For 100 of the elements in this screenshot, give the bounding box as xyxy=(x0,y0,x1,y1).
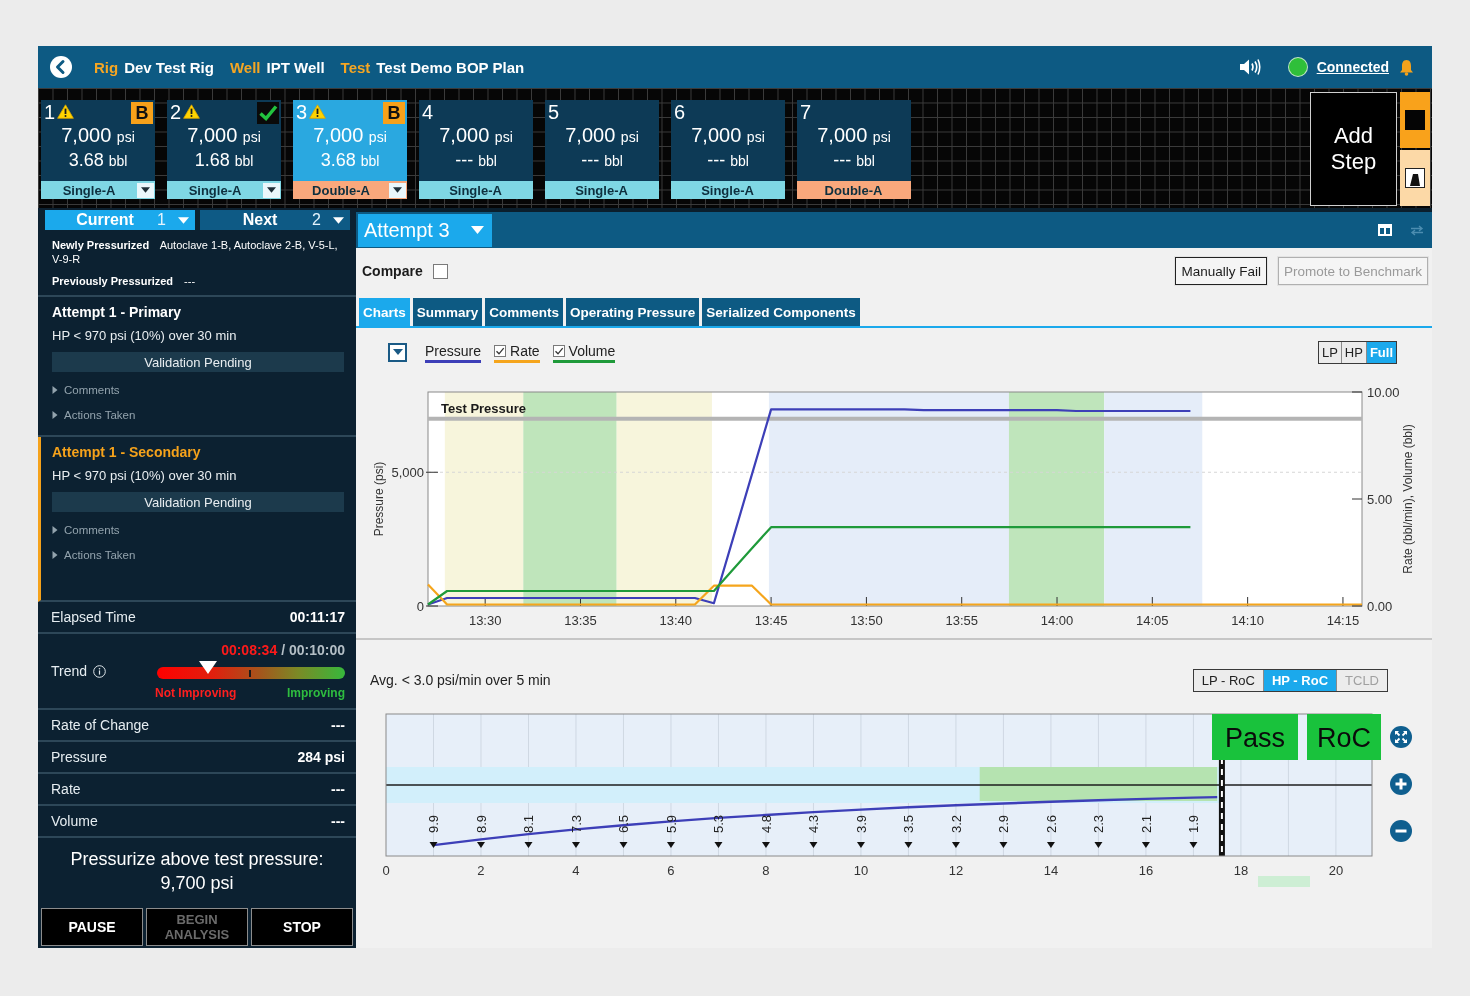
point-label: 2.3 xyxy=(1091,814,1107,834)
reading-value: --- xyxy=(331,717,345,733)
attempt-criteria: HP < 970 psi (10%) over 30 min xyxy=(52,467,238,485)
point-label: 8.1 xyxy=(521,814,537,834)
step-selector[interactable]: Next 2 xyxy=(200,210,350,230)
step-card[interactable]: 5 7,000 psi --- bbl Single-A xyxy=(545,100,659,199)
reading-label: Pressure xyxy=(51,749,108,765)
range-toggle[interactable]: HP xyxy=(1340,341,1366,363)
point-label: 3.2 xyxy=(948,814,964,834)
section-toggle[interactable]: Comments xyxy=(52,383,344,397)
step-pressure: 7,000 psi xyxy=(438,124,514,148)
axis-tick-label: 6 xyxy=(667,863,675,878)
legend-item[interactable]: Volume xyxy=(552,341,616,363)
action-button[interactable]: STOP xyxy=(251,908,353,946)
axis-title: Rate (bbl/min), Volume (bbl) xyxy=(1401,424,1415,574)
caret-icon xyxy=(333,216,344,224)
reading-value: --- xyxy=(331,813,345,829)
checkmark-icon xyxy=(553,345,564,356)
point-label: 2.6 xyxy=(1043,814,1059,834)
back-icon[interactable] xyxy=(50,56,72,78)
trend-thumb[interactable] xyxy=(198,661,217,674)
step-card[interactable]: 2 7,000 psi 1.68 bbl Single-A xyxy=(167,100,281,199)
tab[interactable]: Serialized Components xyxy=(702,298,860,326)
axis-tick-label: 14:05 xyxy=(1136,613,1169,628)
columns-icon[interactable] xyxy=(1378,224,1392,236)
instruction-text: Pressurize above test pressure: 9,700 psi xyxy=(69,848,325,895)
step-pressure: 7,000 psi xyxy=(690,124,766,148)
axis-tick-label: 14:00 xyxy=(1040,613,1074,628)
dropdown-caret-icon[interactable] xyxy=(389,182,406,198)
point-label: 8.9 xyxy=(474,814,489,834)
step-number: 3 xyxy=(296,100,308,124)
step-number: 1 xyxy=(44,100,56,124)
point-label: 5.9 xyxy=(663,814,679,834)
step-volume: --- bbl xyxy=(454,149,498,172)
step-pressure: 7,000 psi xyxy=(186,124,262,148)
target-tick-icon xyxy=(249,670,252,677)
action-button[interactable]: PAUSE xyxy=(41,908,143,946)
step-pressure: 7,000 psi xyxy=(564,124,640,148)
step-type-label: Single-A xyxy=(61,182,117,198)
dropdown-icon[interactable] xyxy=(388,342,407,362)
axis-tick-label: 14:15 xyxy=(1326,613,1360,628)
breadcrumb-value: Dev Test Rig xyxy=(124,58,214,76)
section-toggle[interactable]: Actions Taken xyxy=(52,548,344,562)
reading-label: Rate xyxy=(51,781,81,797)
axis-tick-label: 13:30 xyxy=(468,613,502,628)
attempt-title: Attempt 1 - Primary xyxy=(52,303,183,321)
connection-link[interactable]: Connected xyxy=(1316,59,1389,75)
elapsed-label: Elapsed Time xyxy=(51,609,136,625)
toolbar-button[interactable]: Manually Fail xyxy=(1175,257,1267,285)
section-toggle[interactable]: Comments xyxy=(52,523,344,537)
tab[interactable]: Comments xyxy=(485,298,564,326)
pressurization-info: Newly Pressurized Autoclave 1-B, Autoclave 2-B, V-5-L, V-9-R xyxy=(52,238,339,266)
step-pressure: 7,000 psi xyxy=(312,124,388,148)
axis-title: Pressure (psi) xyxy=(372,461,386,537)
step-card[interactable]: 1 B 7,000 psi 3.68 bbl Single-A xyxy=(41,100,155,199)
status-badge: RoC xyxy=(1307,714,1381,760)
attempt-criteria: HP < 970 psi (10%) over 30 min xyxy=(52,327,238,345)
legend-item[interactable]: Rate xyxy=(494,341,540,363)
bell-icon[interactable] xyxy=(1399,58,1414,76)
pressurization-info: Previously Pressurized --- xyxy=(52,274,197,288)
point-label: 9.9 xyxy=(426,814,442,834)
point-label: 2.1 xyxy=(1138,814,1154,834)
validation-status: Validation Pending xyxy=(52,492,344,512)
legend-checkbox[interactable] xyxy=(494,344,507,357)
axis-tick-label: 18 xyxy=(1233,863,1249,878)
step-number: 5 xyxy=(548,100,560,124)
expand-icon[interactable] xyxy=(1390,726,1412,748)
axis-tick-label: 0 xyxy=(416,599,424,614)
legend-checkbox[interactable] xyxy=(552,344,565,357)
section-toggle[interactable]: Actions Taken xyxy=(52,408,344,422)
step-card[interactable]: 7 7,000 psi --- bbl Double-A xyxy=(797,100,911,199)
step-card[interactable]: 3 B 7,000 psi 3.68 bbl Double-A xyxy=(293,100,407,199)
compare-checkbox[interactable] xyxy=(432,263,448,279)
chart-view-icon[interactable] xyxy=(1400,150,1430,206)
axis-tick-label: 8 xyxy=(762,863,770,878)
step-volume: 3.68 bbl xyxy=(67,149,129,172)
tab[interactable]: Summary xyxy=(412,298,483,326)
stop-square-icon[interactable] xyxy=(1400,92,1430,148)
axis-tick-label: 14 xyxy=(1043,863,1059,878)
breadcrumb-value: Test Demo BOP Plan xyxy=(376,58,525,76)
add-step-button[interactable]: Add Step xyxy=(1310,92,1397,206)
compare-label: Compare xyxy=(362,263,423,279)
point-label: 6.5 xyxy=(616,814,632,834)
step-card[interactable]: 4 7,000 psi --- bbl Single-A xyxy=(419,100,533,199)
zoom-out-icon[interactable] xyxy=(1390,820,1412,842)
trend-label: Trend xyxy=(51,663,88,679)
info-icon[interactable] xyxy=(93,664,107,678)
step-number: 4 xyxy=(422,100,434,124)
step-card[interactable]: 6 7,000 psi --- bbl Single-A xyxy=(671,100,785,199)
dropdown-caret-icon[interactable] xyxy=(263,182,280,198)
step-volume: --- bbl xyxy=(580,149,624,172)
tab[interactable]: Operating Pressure xyxy=(566,298,700,326)
dropdown-caret-icon[interactable] xyxy=(137,182,154,198)
reading-value: 284 psi xyxy=(297,749,345,765)
checkmark-icon xyxy=(495,345,506,356)
step-number: 2 xyxy=(170,100,182,124)
zoom-in-icon[interactable] xyxy=(1390,773,1412,795)
trend-time: 00:08:34 xyxy=(221,642,278,658)
status-badge: Pass xyxy=(1212,714,1298,760)
speaker-icon[interactable] xyxy=(1238,58,1261,76)
